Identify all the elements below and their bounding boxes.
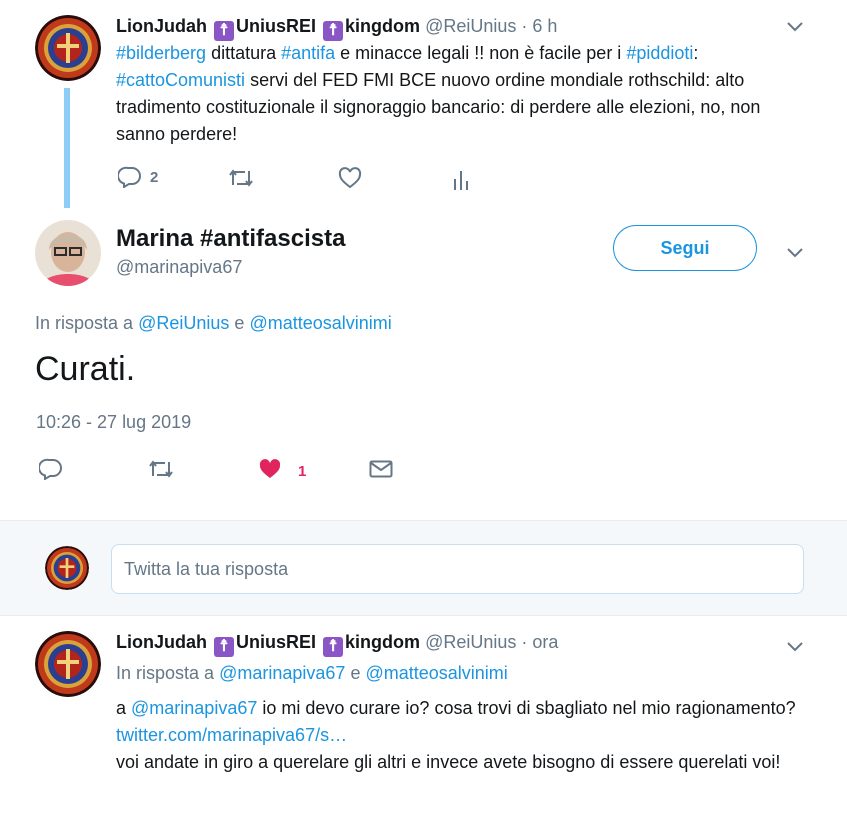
mail-icon: [369, 460, 393, 478]
reply-tweet[interactable]: LionJudah ☨ UniusREI ☨ kingdom @ReiUnius ·…: [0, 616, 847, 838]
reply-action[interactable]: 2: [118, 166, 158, 188]
mention-link[interactable]: @marinapiva67: [219, 663, 345, 683]
display-name[interactable]: LionJudah ☨ UniusREI ☨ kingdom: [116, 632, 425, 657]
tweet-header: LionJudah ☨ UniusREI ☨ kingdom @ReiUnius ·…: [116, 629, 558, 657]
avatar[interactable]: [35, 15, 101, 81]
reply-context: In risposta a @ReiUnius e @matteosalvini…: [35, 313, 392, 333]
avatar: [45, 546, 89, 590]
hashtag-link[interactable]: #bilderberg: [116, 43, 206, 63]
focused-tweet: Marina #antifascista @marinapiva67 Segui…: [0, 205, 847, 520]
tweet-timestamp[interactable]: 10:26 - 27 lug 2019: [36, 412, 191, 433]
chevron-down-icon[interactable]: [786, 21, 804, 33]
cross-badge-icon: ☨: [323, 21, 344, 41]
like-icon: [338, 167, 362, 189]
text-segment: :: [693, 43, 699, 63]
tweet-header: LionJudah ☨ UniusREI ☨ kingdom @ReiUnius ·…: [116, 13, 557, 41]
hashtag-link[interactable]: #piddioti: [626, 43, 693, 63]
retweet-icon: [149, 460, 173, 478]
emblem-avatar-image: [35, 631, 101, 697]
reply-count: 2: [150, 168, 159, 186]
user-handle[interactable]: @ReiUnius: [425, 16, 516, 36]
retweet-icon: [229, 169, 253, 187]
reply-input[interactable]: Twitta la tua risposta: [111, 544, 804, 594]
tweet-text: Curati.: [35, 350, 136, 388]
text-segment: e minacce legali !! non è facile per i: [335, 43, 627, 63]
emblem-avatar-image: [45, 546, 89, 590]
tweet-text: a @marinapiva67 io mi devo curare io? co…: [116, 698, 796, 772]
url-link[interactable]: twitter.com/marinapiva67/s…: [116, 725, 347, 745]
tweet-time[interactable]: · 6 h: [521, 16, 557, 36]
thread-tweet-top[interactable]: LionJudah ☨ UniusREI ☨ kingdom @ReiUnius ·…: [0, 0, 847, 208]
reply-compose-bar: Twitta la tua risposta: [0, 520, 847, 616]
tweet-text: #bilderberg dittatura #antifa e minacce …: [116, 40, 796, 148]
reply-icon: [118, 166, 141, 188]
hashtag-link[interactable]: #antifa: [281, 43, 335, 63]
retweet-action[interactable]: [148, 459, 174, 479]
like-count: 1: [298, 463, 307, 480]
chevron-down-icon[interactable]: [786, 641, 804, 653]
user-handle[interactable]: @marinapiva67: [116, 257, 242, 278]
user-photo-image: [35, 220, 101, 286]
user-handle[interactable]: @ReiUnius: [425, 632, 516, 652]
chevron-down-icon[interactable]: [786, 247, 804, 259]
cross-badge-icon: ☨: [214, 637, 235, 657]
retweet-action[interactable]: [228, 168, 254, 188]
liked-heart-icon: [259, 458, 281, 478]
mention-link[interactable]: @matteosalvinimi: [249, 313, 391, 333]
cross-badge-icon: ☨: [323, 637, 344, 657]
like-action[interactable]: [338, 167, 362, 189]
emblem-avatar-image: [35, 15, 101, 81]
reply-action[interactable]: [39, 458, 63, 480]
tweet-time[interactable]: · ora: [521, 632, 558, 652]
analytics-icon: [454, 171, 468, 190]
hashtag-link[interactable]: #cattoComunisti: [116, 70, 245, 90]
reply-icon: [39, 458, 62, 480]
follow-button-label: Segui: [660, 237, 710, 258]
mention-link[interactable]: @marinapiva67: [131, 698, 257, 718]
text-segment: dittatura: [206, 43, 282, 63]
analytics-action[interactable]: [452, 169, 470, 191]
reply-context: In risposta a @marinapiva67 e @matteosal…: [116, 663, 508, 683]
direct-message-action[interactable]: [369, 460, 393, 478]
follow-button[interactable]: Segui: [613, 225, 757, 271]
reply-input-placeholder: Twitta la tua risposta: [124, 559, 289, 579]
display-name[interactable]: LionJudah ☨ UniusREI ☨ kingdom: [116, 16, 425, 41]
avatar[interactable]: [35, 631, 101, 697]
display-name[interactable]: Marina #antifascista: [116, 225, 345, 253]
thread-line: [64, 88, 70, 208]
mention-link[interactable]: @ReiUnius: [138, 313, 229, 333]
cross-badge-icon: ☨: [214, 21, 235, 41]
mention-link[interactable]: @matteosalvinimi: [365, 663, 507, 683]
like-action[interactable]: 1: [258, 457, 306, 480]
avatar[interactable]: [35, 220, 101, 286]
